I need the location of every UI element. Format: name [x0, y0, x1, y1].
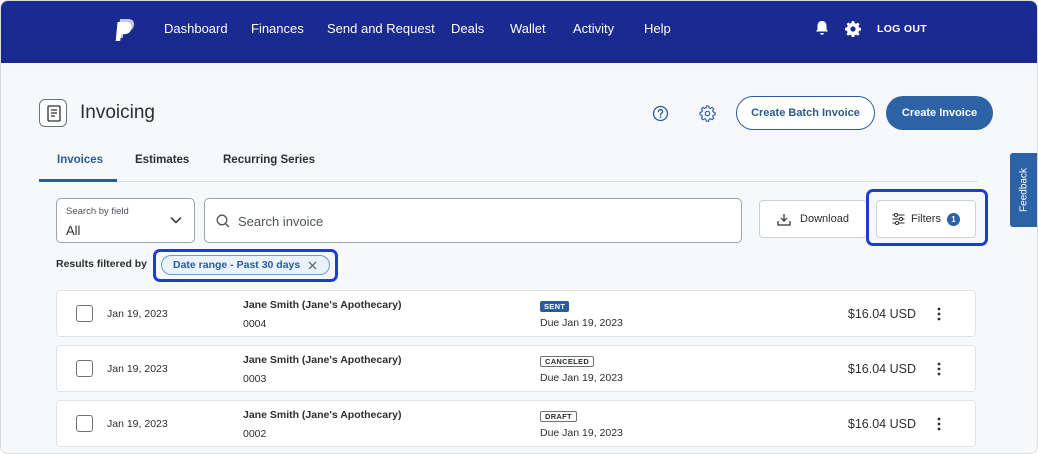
invoice-date: Jan 19, 2023 — [107, 363, 168, 375]
main-content: Invoicing Create Batch Invoice Create In… — [1, 63, 1037, 453]
status-badge: CANCELED — [540, 356, 595, 367]
row-checkbox[interactable] — [76, 415, 93, 432]
invoice-customer: Jane Smith (Jane's Apothecary) — [243, 354, 402, 366]
gear-icon[interactable] — [845, 21, 861, 37]
filters-highlight-box — [866, 189, 988, 246]
settings-icon[interactable] — [699, 105, 716, 122]
download-icon — [777, 213, 791, 226]
invoice-number: 0002 — [243, 428, 267, 440]
more-options-icon[interactable] — [934, 306, 944, 322]
paypal-logo-icon[interactable] — [114, 18, 136, 44]
tabs-divider — [39, 181, 977, 182]
help-icon[interactable] — [652, 105, 669, 122]
search-by-field-value: All — [66, 223, 81, 238]
results-filtered-label: Results filtered by — [56, 258, 148, 270]
create-batch-invoice-button[interactable]: Create Batch Invoice — [736, 96, 875, 130]
invoice-number: 0004 — [243, 318, 267, 330]
invoice-row[interactable]: Jan 19, 2023 Jane Smith (Jane's Apotheca… — [56, 290, 976, 337]
invoice-due-date: Due Jan 19, 2023 — [540, 372, 623, 384]
status-badge: SENT — [540, 301, 570, 312]
nav-activity[interactable]: Activity — [573, 21, 614, 36]
nav-help[interactable]: Help — [644, 21, 671, 36]
invoice-customer: Jane Smith (Jane's Apothecary) — [243, 299, 402, 311]
invoice-amount: $16.04 USD — [847, 362, 916, 376]
tab-invoices[interactable]: Invoices — [57, 154, 103, 166]
invoice-row[interactable]: Jan 19, 2023 Jane Smith (Jane's Apotheca… — [56, 345, 976, 392]
more-options-icon[interactable] — [934, 361, 944, 377]
search-input[interactable] — [238, 207, 728, 235]
nav-send-and-request[interactable]: Send and Request — [327, 21, 435, 36]
tab-recurring-series[interactable]: Recurring Series — [223, 154, 315, 166]
invoice-number: 0003 — [243, 373, 267, 385]
feedback-label: Feedback — [1018, 168, 1029, 212]
invoice-customer: Jane Smith (Jane's Apothecary) — [243, 409, 402, 421]
page-title: Invoicing — [80, 102, 155, 123]
active-tab-indicator — [39, 179, 117, 182]
logout-link[interactable]: LOG OUT — [877, 23, 927, 35]
invoice-due-date: Due Jan 19, 2023 — [540, 317, 623, 329]
nav-deals[interactable]: Deals — [451, 21, 484, 36]
chip-highlight-box — [153, 249, 338, 282]
search-icon — [216, 214, 230, 228]
top-navigation: Dashboard Finances Send and Request Deal… — [1, 1, 1037, 63]
nav-dashboard[interactable]: Dashboard — [164, 21, 228, 36]
chevron-down-icon — [170, 216, 182, 224]
bell-icon[interactable] — [813, 19, 831, 37]
more-options-icon[interactable] — [934, 416, 944, 432]
row-checkbox[interactable] — [76, 360, 93, 377]
invoice-due-date: Due Jan 19, 2023 — [540, 427, 623, 439]
invoice-amount: $16.04 USD — [847, 417, 916, 431]
create-invoice-button[interactable]: Create Invoice — [886, 96, 993, 130]
tab-estimates[interactable]: Estimates — [135, 154, 189, 166]
nav-wallet[interactable]: Wallet — [510, 21, 546, 36]
search-by-field-label: Search by field — [66, 206, 129, 217]
search-box — [204, 198, 742, 243]
invoice-icon — [39, 99, 67, 127]
feedback-tab[interactable]: Feedback — [1010, 153, 1037, 227]
search-by-field-select[interactable]: Search by field All — [56, 198, 195, 243]
nav-finances[interactable]: Finances — [251, 21, 304, 36]
invoice-date: Jan 19, 2023 — [107, 308, 168, 320]
download-button[interactable]: Download — [759, 200, 867, 238]
invoice-date: Jan 19, 2023 — [107, 418, 168, 430]
row-checkbox[interactable] — [76, 305, 93, 322]
invoice-amount: $16.04 USD — [847, 307, 916, 321]
invoice-row[interactable]: Jan 19, 2023 Jane Smith (Jane's Apotheca… — [56, 400, 976, 447]
download-label: Download — [800, 213, 849, 225]
app-frame: Dashboard Finances Send and Request Deal… — [0, 0, 1038, 454]
status-badge: DRAFT — [540, 411, 577, 422]
